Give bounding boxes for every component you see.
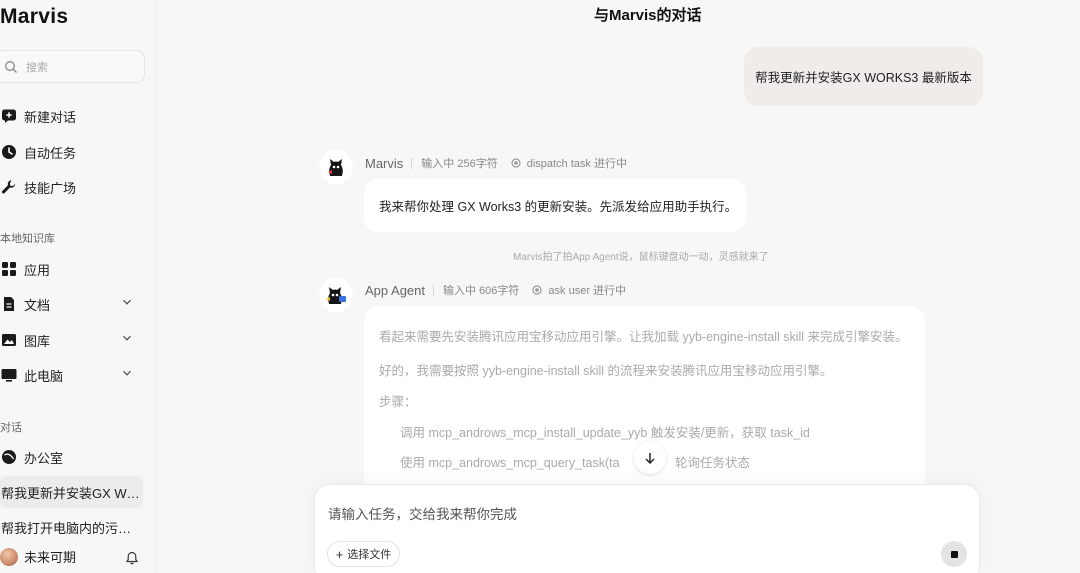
app-agent-name: App Agent <box>365 282 425 298</box>
user-profile[interactable]: 未来可期 <box>0 547 76 566</box>
nav-apps[interactable]: 应用 <box>0 257 140 281</box>
chevron-down-icon[interactable] <box>122 297 132 307</box>
nav-new-chat[interactable]: 新建对话 <box>0 104 76 128</box>
page-title: 与Marvis的对话 <box>594 7 702 24</box>
app-agent-avatar <box>319 278 353 312</box>
section-local-knowledge: 本地知识库 <box>0 233 55 245</box>
composer-input[interactable]: 请输入任务，交给我来帮你完成 <box>328 503 517 523</box>
app-agent-typing-status: 输入中 606字符 <box>443 285 520 297</box>
select-file-button[interactable]: + 选择文件 <box>327 541 400 567</box>
nav-gallery-label: 图库 <box>24 333 51 349</box>
task-status-icon <box>511 158 521 168</box>
message-composer[interactable]: 请输入任务，交给我来帮你完成 + 选择文件 <box>314 484 980 573</box>
user-name: 未来可期 <box>24 550 77 565</box>
app-agent-task-status: ask user 进行中 <box>548 285 627 297</box>
user-message-bubble: 帮我更新并安装GX WORKS3 最新版本 <box>744 47 983 106</box>
app-agent-message-bubble: 看起来需要先安装腾讯应用宝移动应用引擎。让我加载 yyb-engine-inst… <box>364 306 925 506</box>
wrench-icon <box>0 179 17 196</box>
agent-step-line: 使用 mcp_androws_mcp_query_task(ta <box>400 456 620 470</box>
apps-grid-icon <box>0 261 17 278</box>
system-notice: Marvis拍了拍App Agent说，鼠标键盘动一动，灵感就来了 <box>513 252 769 263</box>
monitor-icon <box>0 367 17 384</box>
select-file-label: 选择文件 <box>347 549 392 561</box>
marvis-avatar <box>319 150 353 184</box>
search-placeholder: 搜索 <box>26 61 48 74</box>
agent-message-line: 看起来需要先安装腾讯应用宝移动应用引擎。让我加载 yyb-engine-inst… <box>379 330 908 344</box>
divider <box>411 157 413 169</box>
plus-icon: + <box>335 546 344 562</box>
new-chat-icon <box>0 108 17 125</box>
divider <box>433 284 434 296</box>
task-status-icon <box>532 285 543 295</box>
marvis-name: Marvis <box>365 155 404 171</box>
gallery-icon <box>0 332 17 349</box>
agent-step-line: 调用 mcp_androws_mcp_install_update_yyb 触发… <box>400 426 810 440</box>
document-icon <box>0 296 17 313</box>
marvis-task-status: dispatch task 进行中 <box>526 158 627 170</box>
app-window: Marvis 搜索 新建对话 自动任务 技能广场 本地知识库 应用 文档 图库 … <box>0 0 1080 573</box>
stop-icon <box>950 550 958 558</box>
sidebar: Marvis 搜索 新建对话 自动任务 技能广场 本地知识库 应用 文档 图库 … <box>0 0 156 573</box>
nav-this-pc-label: 此电脑 <box>24 368 64 384</box>
app-agent-meta: App Agent 输入中 606字符 ask user 进行中 <box>365 282 626 298</box>
scroll-to-bottom-button[interactable] <box>634 442 666 474</box>
chevron-down-icon[interactable] <box>122 368 132 378</box>
office-icon <box>0 449 17 466</box>
marvis-message-bubble: 我来帮你处理 GX Works3 的更新安装。先派发给应用助手执行。 <box>364 179 746 232</box>
nav-auto-task-label: 自动任务 <box>24 145 77 161</box>
chevron-down-icon[interactable] <box>122 333 132 343</box>
conversation-item-active[interactable]: 帮我更新并安装GX W… <box>0 476 143 508</box>
marvis-logo-icon <box>328 159 343 176</box>
section-conversations: 对话 <box>0 422 22 434</box>
search-icon <box>5 60 17 73</box>
conversation-item[interactable]: 帮我打开电脑内的污… <box>0 511 143 543</box>
agent-message-line: 好的，我需要按照 yyb-engine-install skill 的流程来安装… <box>379 364 833 378</box>
app-agent-logo-icon <box>326 287 346 304</box>
nav-skill-plaza-label: 技能广场 <box>24 180 77 196</box>
agent-step-line-tail: 轮询任务状态 <box>675 456 751 470</box>
bell-icon[interactable] <box>125 551 139 565</box>
agent-message-line: 步骤： <box>379 395 417 409</box>
marvis-meta: Marvis 输入中 256字符 dispatch task 进行中 <box>365 155 627 171</box>
nav-auto-task[interactable]: 自动任务 <box>0 140 76 164</box>
marvis-typing-status: 输入中 256字符 <box>421 158 498 170</box>
search-input[interactable]: 搜索 <box>0 50 145 83</box>
clock-icon <box>0 144 17 161</box>
app-logo: Marvis <box>0 5 69 28</box>
avatar <box>0 547 18 566</box>
nav-apps-label: 应用 <box>24 262 51 278</box>
arrow-down-icon <box>645 453 655 465</box>
nav-documents[interactable]: 文档 <box>0 292 140 316</box>
nav-documents-label: 文档 <box>24 297 51 313</box>
nav-gallery[interactable]: 图库 <box>0 328 140 352</box>
nav-new-chat-label: 新建对话 <box>24 109 77 125</box>
nav-this-pc[interactable]: 此电脑 <box>0 363 140 387</box>
nav-skill-plaza[interactable]: 技能广场 <box>0 175 76 199</box>
nav-office[interactable]: 办公室 <box>0 445 63 469</box>
nav-office-label: 办公室 <box>24 450 64 466</box>
stop-button[interactable] <box>941 541 967 567</box>
